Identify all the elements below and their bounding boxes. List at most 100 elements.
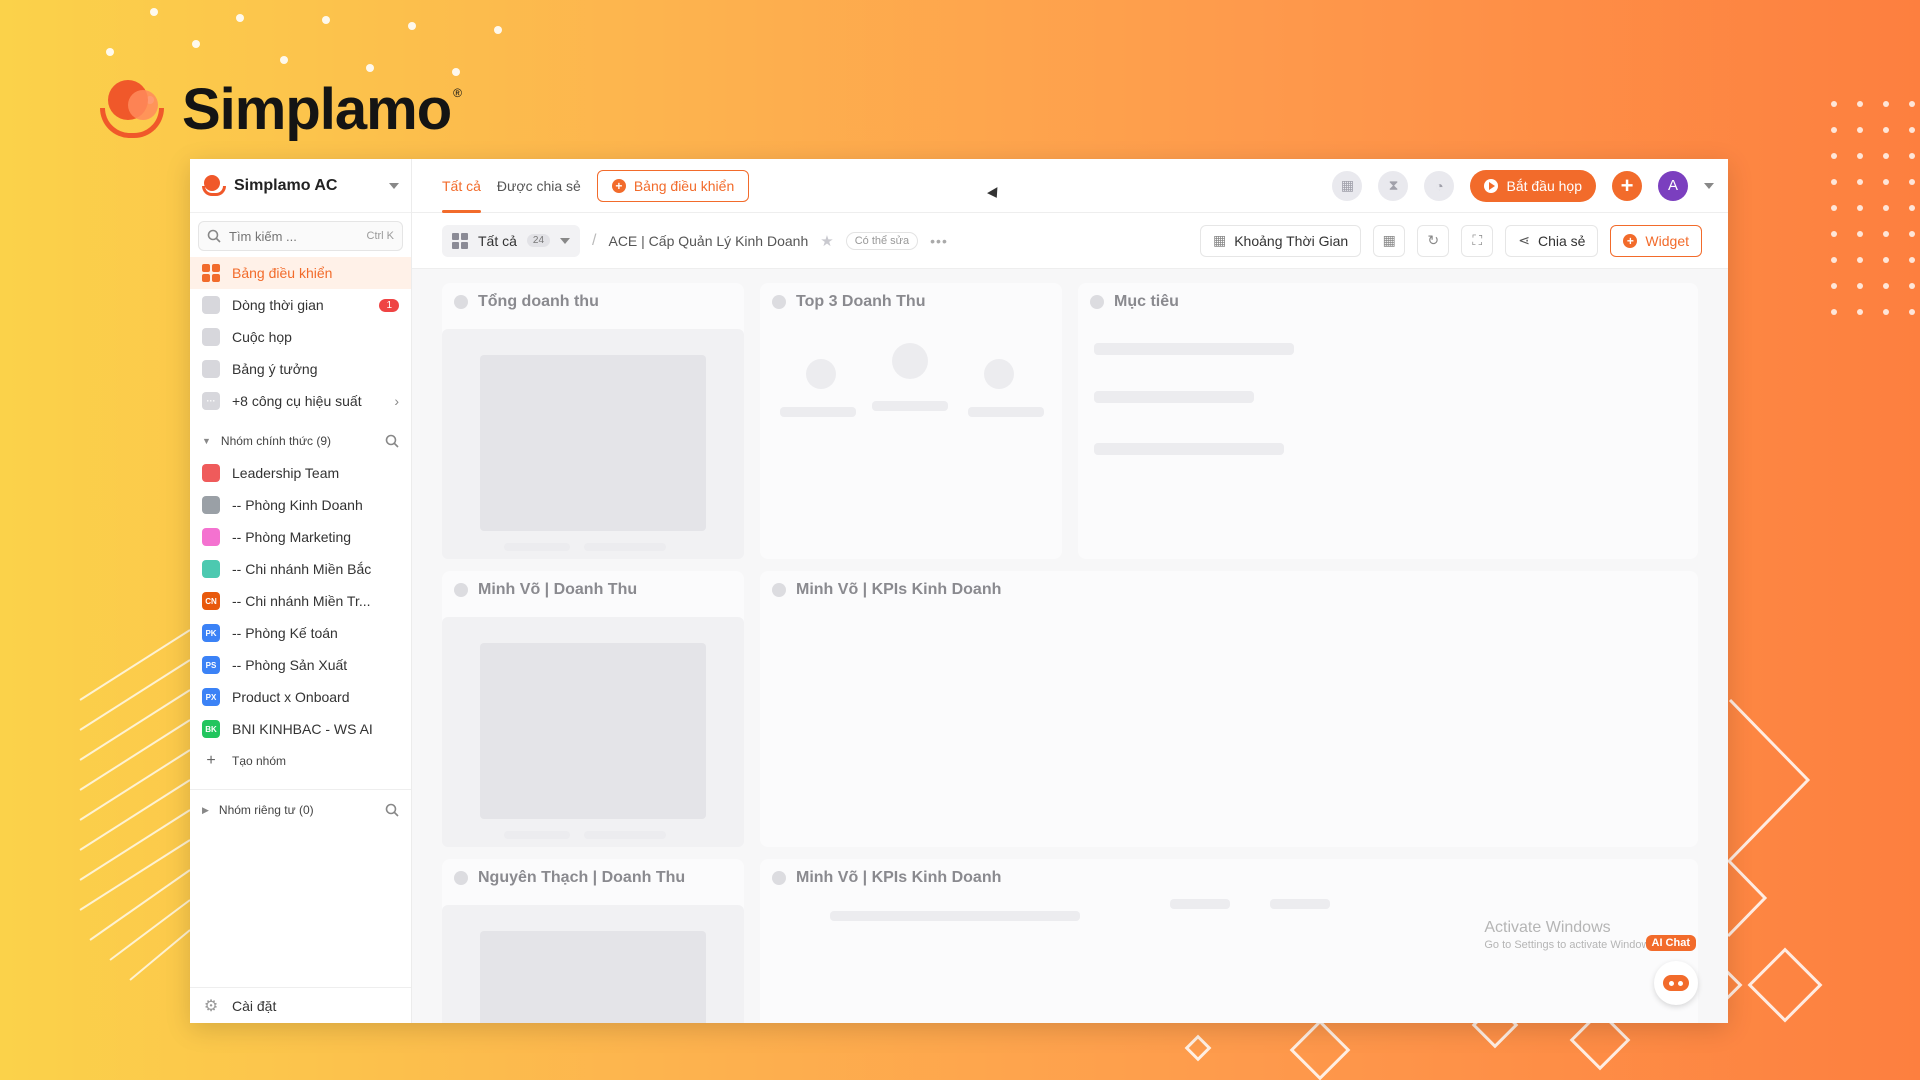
widget-card[interactable]: Top 3 Doanh Thu: [760, 283, 1062, 559]
start-meeting-label: Bắt đầu họp: [1506, 177, 1582, 194]
skeleton-line: [830, 911, 1080, 921]
widget-title: Mục tiêu: [1114, 293, 1179, 310]
add-button[interactable]: +: [1612, 170, 1642, 201]
widget-title-row: Mục tiêu: [1090, 293, 1179, 311]
sidebar-item-more-tools[interactable]: ··· +8 công cụ hiệu suất ›: [190, 385, 411, 417]
group-label: -- Chi nhánh Miền Bắc: [232, 561, 372, 577]
time-range-button[interactable]: ▦ Khoảng Thời Gian: [1199, 224, 1362, 257]
group-item[interactable]: CN -- Chi nhánh Miền Tr...: [190, 585, 411, 617]
search-box[interactable]: Ctrl K: [198, 221, 403, 251]
calendar-icon[interactable]: ▦: [1373, 224, 1406, 257]
tab-all[interactable]: Tất cả: [442, 159, 481, 213]
group-item[interactable]: -- Chi nhánh Miền Bắc: [190, 553, 411, 585]
chevron-down-icon: [389, 182, 399, 189]
more-tools-icon: ···: [202, 392, 220, 410]
widget-icon: [454, 295, 468, 309]
divider: [190, 789, 411, 790]
workspace-switcher[interactable]: Simplamo AC: [190, 159, 411, 213]
group-item[interactable]: PK -- Phòng Kế toán: [190, 617, 411, 649]
search-input[interactable]: [229, 228, 349, 244]
widget-title-row: Minh Võ | KPIs Kinh Doanh: [772, 869, 1001, 887]
dashboard-filter-select[interactable]: Tất cả 24: [442, 224, 581, 257]
group-label: -- Phòng Marketing: [232, 529, 352, 545]
add-widget-button[interactable]: + Widget: [1610, 224, 1702, 257]
search-icon[interactable]: [385, 803, 399, 817]
meeting-icon: [202, 328, 220, 346]
group-label: Leadership Team: [232, 465, 340, 481]
group-avatar-icon: BK: [202, 720, 220, 738]
skeleton-circle: [892, 343, 928, 379]
activate-windows-watermark: Activate Windows Go to Settings to activ…: [1484, 919, 1658, 951]
widget-card[interactable]: Tổng doanh thu: [442, 283, 744, 559]
group-item[interactable]: PS -- Phòng Sản Xuất: [190, 649, 411, 681]
star-icon: [1090, 295, 1104, 309]
group-label: -- Phòng Kế toán: [232, 625, 338, 641]
skeleton-block: [480, 931, 706, 1023]
search-shortcut: Ctrl K: [366, 230, 395, 242]
sidebar-item-label: Dòng thời gian: [232, 297, 324, 313]
dashboard-icon: [202, 264, 220, 282]
widget-icon: [772, 583, 786, 597]
create-group-button[interactable]: + Tạo nhóm: [190, 745, 411, 777]
share-label: Chia sẻ: [1537, 232, 1586, 249]
settings-item[interactable]: ⚙ Cài đặt: [190, 987, 411, 1023]
ai-chat-label: AI Chat: [1645, 935, 1696, 951]
skeleton-line: [780, 407, 856, 417]
more-options-icon[interactable]: •••: [930, 233, 948, 249]
group-label: BNI KINHBAC - WS AI: [232, 721, 373, 737]
widget-title: Minh Võ | Doanh Thu: [478, 581, 638, 598]
widget-card[interactable]: Nguyên Thạch | Doanh Thu: [442, 859, 744, 1023]
ai-chat-button[interactable]: AI Chat: [1644, 935, 1704, 1005]
fullscreen-icon[interactable]: ⛶: [1461, 224, 1494, 257]
skeleton-line: [1270, 899, 1330, 909]
share-button[interactable]: ⋖ Chia sẻ: [1505, 224, 1599, 257]
skeleton-line: [504, 543, 570, 551]
chevron-right-icon: ›: [394, 393, 399, 409]
bell-icon[interactable]: ◔: [1424, 170, 1455, 201]
group-item[interactable]: -- Phòng Marketing: [190, 521, 411, 553]
widget-card[interactable]: Minh Võ | KPIs Kinh Doanh: [760, 571, 1698, 847]
group-item[interactable]: Leadership Team: [190, 457, 411, 489]
group-item[interactable]: BK BNI KINHBAC - WS AI: [190, 713, 411, 745]
calendar-icon[interactable]: ▦: [1332, 170, 1363, 201]
skeleton-line: [504, 831, 570, 839]
chevron-down-icon: [560, 237, 571, 244]
new-dashboard-label: Bảng điều khiển: [633, 177, 735, 194]
sidebar-item-timeline[interactable]: Dòng thời gian 1: [190, 289, 411, 321]
official-groups-header[interactable]: ▼ Nhóm chính thức (9): [190, 425, 411, 457]
hourglass-icon[interactable]: ⧗: [1378, 170, 1409, 201]
sidebar-item-dashboard[interactable]: Bảng điều khiển: [190, 257, 411, 289]
star-icon[interactable]: ★: [820, 232, 833, 250]
sidebar-item-label: Bảng ý tưởng: [232, 361, 318, 377]
tab-shared[interactable]: Được chia sẻ: [497, 159, 581, 213]
group-item[interactable]: -- Phòng Kinh Doanh: [190, 489, 411, 521]
sidebar-item-label: Cuộc họp: [232, 329, 292, 345]
top-bar: Tất cả Được chia sẻ + Bảng điều khiển ▦ …: [412, 159, 1728, 213]
widget-label: Widget: [1645, 232, 1689, 249]
search-icon[interactable]: [385, 434, 399, 448]
sidebar-item-label: Bảng điều khiển: [232, 265, 333, 281]
group-avatar-icon: PK: [202, 624, 220, 642]
chevron-down-icon[interactable]: [1704, 182, 1714, 189]
refresh-icon[interactable]: ↻: [1417, 224, 1450, 257]
private-groups-header[interactable]: ▶ Nhóm riêng tư (0): [190, 794, 411, 826]
registered-mark: ®: [453, 85, 463, 100]
share-icon: ⋖: [1518, 232, 1530, 248]
widget-title: Tổng doanh thu: [478, 293, 599, 310]
main-area: Tất cả Được chia sẻ + Bảng điều khiển ▦ …: [412, 159, 1728, 1023]
group-avatar-icon: PX: [202, 688, 220, 706]
skeleton-block: [480, 643, 706, 819]
sidebar-item-ideas[interactable]: Bảng ý tưởng: [190, 353, 411, 385]
group-avatar-icon: [202, 528, 220, 546]
widget-icon: [772, 871, 786, 885]
group-item[interactable]: PX Product x Onboard: [190, 681, 411, 713]
workspace-name: Simplamo AC: [234, 176, 338, 194]
sidebar-item-label: +8 công cụ hiệu suất: [232, 393, 362, 409]
widget-card[interactable]: Mục tiêu: [1078, 283, 1698, 559]
widget-card[interactable]: Minh Võ | Doanh Thu: [442, 571, 744, 847]
new-dashboard-button[interactable]: + Bảng điều khiển: [596, 169, 750, 202]
start-meeting-button[interactable]: Bắt đầu họp: [1470, 169, 1596, 202]
avatar[interactable]: A: [1658, 170, 1688, 201]
group-avatar-icon: PS: [202, 656, 220, 674]
sidebar-item-meetings[interactable]: Cuộc họp: [190, 321, 411, 353]
